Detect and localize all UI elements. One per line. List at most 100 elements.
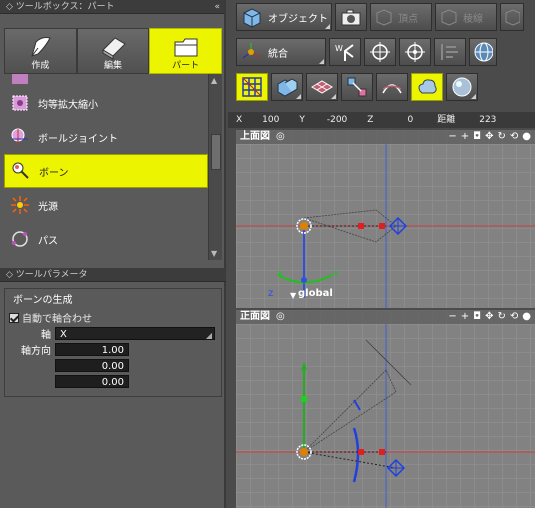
center-target-button[interactable]	[399, 38, 431, 66]
direction-x-field[interactable]: 1.00	[55, 343, 129, 356]
list-item-uniform-scale[interactable]: 均等拡大縮小	[4, 86, 208, 120]
bone-icon	[12, 162, 29, 179]
direction-row-x: 軸方向 1.00	[9, 342, 217, 357]
tool-tabs: 作成 編集 パート	[4, 28, 223, 74]
move-tool-button[interactable]	[341, 73, 373, 101]
cube-icon	[243, 8, 261, 28]
shaded-display-button[interactable]	[271, 73, 303, 101]
combine-button[interactable]: 統合	[236, 38, 326, 66]
local-axis-button[interactable]: W	[329, 38, 361, 66]
tab-edit[interactable]: 編集	[76, 28, 150, 74]
direction-row-y: 0.00	[9, 358, 217, 373]
x-coord-value: 100	[262, 115, 280, 125]
scroll-down-icon[interactable]: ▼	[211, 249, 217, 258]
light-icon	[11, 196, 29, 214]
snap-target-button[interactable]	[364, 38, 396, 66]
tool-parameters: ◇ ツールパラメータ ボーンの生成 自動で軸合わせ 軸 X ◢ 軸方向 1.00…	[0, 268, 226, 397]
tab-part[interactable]: パート	[149, 28, 223, 74]
eraser-icon	[102, 37, 126, 60]
material-sphere-button[interactable]	[446, 73, 478, 101]
list-item-bone[interactable]: ボーン	[4, 154, 208, 188]
list-item-label: 光源	[38, 201, 58, 213]
auto-align-checkbox[interactable]	[9, 312, 19, 323]
globe-icon	[474, 42, 493, 62]
auto-align-label: 自動で軸合わせ	[22, 314, 92, 325]
edge-cube-icon	[441, 9, 457, 26]
dropdown-icon	[325, 24, 330, 29]
top-view-scene: × × z ▼ global	[236, 144, 535, 308]
combine-label: 統合	[268, 48, 288, 60]
collapse-icon[interactable]: «	[214, 0, 220, 14]
object-label: オブジェクト	[268, 13, 328, 25]
main-area: オブジェクト 頂点 稜線 統合 W X 100 Y -200 Z 0 距離 22…	[228, 0, 535, 508]
list-item-ball-joint[interactable]: ボールジョイント	[4, 120, 208, 154]
group-title: ボーンの生成	[13, 295, 73, 306]
deform-tool-button[interactable]	[376, 73, 408, 101]
params-header[interactable]: ◇ ツールパラメータ	[0, 268, 226, 282]
params-title: ◇ ツールパラメータ	[6, 270, 88, 280]
toolbar-row-1: オブジェクト 頂点 稜線	[236, 3, 527, 33]
axis-select[interactable]: X ◢	[55, 327, 215, 340]
path-icon	[12, 231, 28, 247]
object-mode-button[interactable]: オブジェクト	[236, 3, 332, 31]
dropdown-icon	[331, 94, 336, 99]
camera-button[interactable]	[335, 3, 367, 31]
wireframe-button[interactable]	[306, 73, 338, 101]
camera-icon	[341, 9, 361, 26]
tab-edit-label: 編集	[104, 61, 123, 71]
smooth-cloud-icon	[418, 79, 437, 94]
smooth-button[interactable]	[411, 73, 443, 101]
arrow-move-icon	[347, 77, 367, 97]
vertex-cube-icon	[376, 9, 392, 26]
axis-gizmo-icon	[242, 43, 261, 59]
list-item-label: ボールジョイント	[38, 133, 118, 145]
crosshair-dot-icon	[405, 42, 425, 62]
scale-icon	[12, 95, 28, 111]
toolbar-row-2: 統合 W	[236, 38, 500, 68]
x-coord-label: X	[236, 115, 243, 125]
edge-label: 稜線	[463, 13, 483, 25]
y-coord-value: -200	[326, 115, 348, 125]
globe-button[interactable]	[469, 38, 497, 66]
grid-icon	[242, 77, 262, 97]
distance-label: 距離	[437, 115, 456, 125]
z-coord-value: 0	[407, 115, 414, 125]
wl-axis-icon: W	[335, 44, 354, 61]
align-button[interactable]	[434, 38, 466, 66]
list-item-label: ボーン	[39, 167, 69, 179]
scroll-up-icon[interactable]: ▲	[211, 76, 217, 85]
list-item-path[interactable]: パス	[4, 222, 208, 256]
axis-value: X	[60, 329, 67, 340]
auto-align-row: 自動で軸合わせ	[9, 310, 217, 325]
direction-z-field[interactable]: 0.00	[55, 375, 129, 388]
list-scrollbar[interactable]: ▲ ▼	[208, 74, 222, 260]
svg-text:W: W	[335, 44, 343, 53]
ball-joint-icon	[11, 128, 28, 145]
toolbox-title: ◇ ツールボックス：パート	[6, 2, 115, 12]
face-mode-button[interactable]	[500, 3, 524, 31]
direction-y-field[interactable]: 0.00	[55, 359, 129, 372]
partial-icon	[12, 74, 28, 84]
pen-icon	[31, 37, 52, 57]
list-item-light[interactable]: 光源	[4, 188, 208, 222]
z-axis-label: z	[268, 288, 273, 299]
axis-row: 軸 X ◢	[9, 326, 217, 341]
list-item-label: パス	[38, 235, 58, 247]
bone-creation-group: ボーンの生成 自動で軸合わせ 軸 X ◢ 軸方向 1.00 0.00 0.00	[4, 288, 222, 397]
tab-create[interactable]: 作成	[4, 28, 77, 74]
front-view-scene	[236, 324, 535, 508]
direction-label: 軸方向	[21, 346, 51, 357]
top-view[interactable]: 上面図 ◎ − + ◘ ✥ ↻ ⟲ ● × × z ▼ global	[236, 130, 535, 308]
edge-mode-button[interactable]: 稜線	[435, 3, 497, 31]
svg-text:▼: ▼	[290, 291, 297, 300]
align-icon	[441, 44, 458, 60]
vertex-label: 頂点	[398, 13, 418, 25]
vertex-mode-button[interactable]: 頂点	[370, 3, 432, 31]
coordinate-bar: X 100 Y -200 Z 0 距離 223	[228, 112, 535, 128]
list-item-partial[interactable]	[4, 74, 208, 86]
toolbox-header[interactable]: ◇ ツールボックス：パート «	[0, 0, 224, 14]
grid-snap-button[interactable]	[236, 73, 268, 101]
tab-create-label: 作成	[31, 61, 50, 71]
scroll-thumb[interactable]	[211, 134, 221, 170]
front-view[interactable]: 正面図 ◎ − + ◘ ✥ ↻ ⟲ ●	[236, 310, 535, 508]
